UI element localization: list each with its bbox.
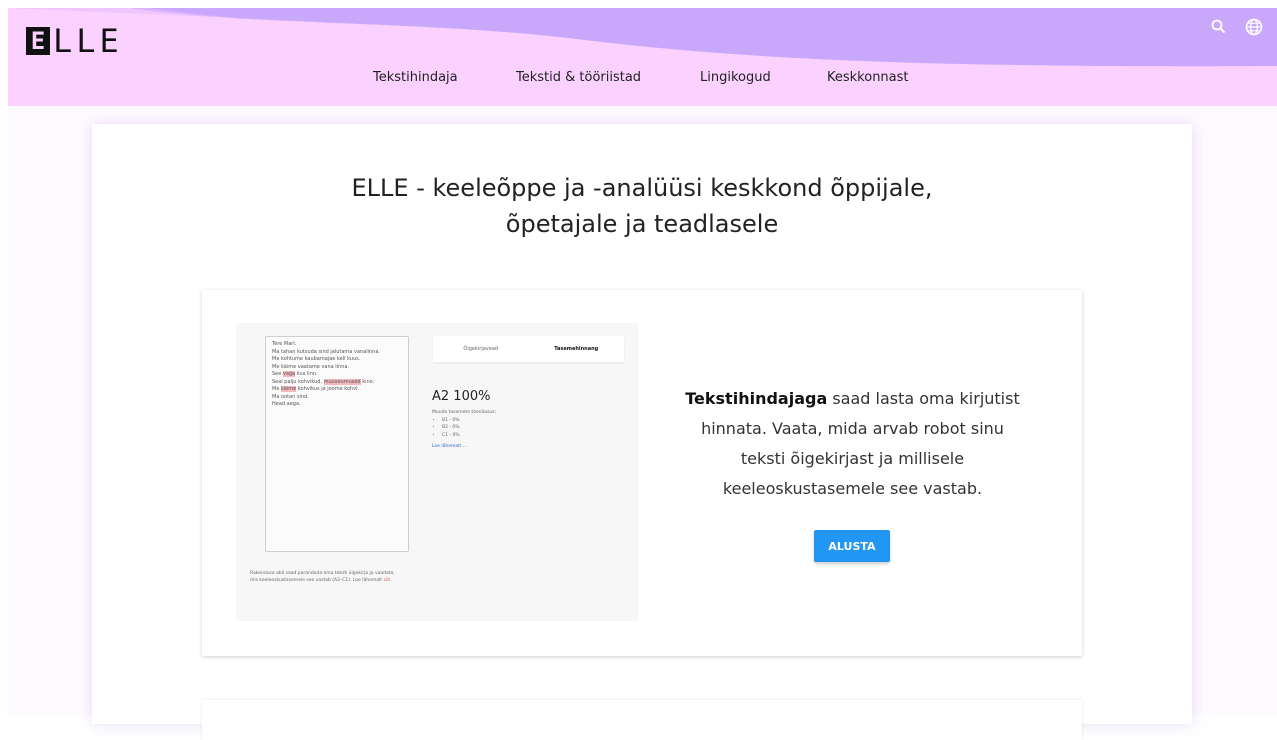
preview-text: See [272, 371, 282, 377]
preview-level-more-link: Loe lähemalt ... [432, 444, 467, 449]
page-title: ELLE - keeleõppe ja -analüüsi keskkond õ… [0, 170, 1277, 242]
preview-text: ilus linn. [296, 371, 318, 377]
search-icon[interactable] [1210, 18, 1228, 36]
preview-error-highlight: muuseumused [323, 378, 361, 385]
preview-line: Ma ootan sind. [272, 393, 309, 400]
site-header: E LLE Tekstihindaja Tekstid & tööriistad… [8, 8, 1277, 106]
preview-error-highlight: käime [280, 386, 297, 392]
preview-text: Me [272, 386, 280, 392]
preview-line: Head aega. [272, 401, 301, 407]
nav-item-keskkonnast[interactable]: Keskkonnast [827, 70, 909, 85]
preview-level-item: C1 - 0% [442, 432, 496, 440]
preview-text: Seal palju kohvikud, [272, 378, 323, 385]
preview-line: Me käime vaatame vana linna. [272, 363, 350, 370]
preview-text: kino. [362, 378, 375, 385]
preview-level-result: A2 100% [432, 389, 491, 404]
alusta-button[interactable]: ALUSTA [814, 530, 890, 562]
preview-tab-oigekirjavead: Õigekirjavead [463, 346, 499, 352]
preview-level-intro: Muude tasemete tõenäosus: [432, 410, 497, 415]
feature-description: Tekstihindajaga saad lasta oma kirjutist… [680, 384, 1025, 504]
header-wave-decoration [8, 8, 1277, 67]
preview-textarea: Tere Mari. Ma tahan kutsuda sind jalutam… [265, 336, 409, 552]
preview-line: Ma tahan kutsuda sind jalutama vanalinna… [272, 348, 380, 355]
page-title-line-1: ELLE - keeleõppe ja -analüüsi keskkond õ… [351, 174, 933, 202]
logo-text: LLE [53, 22, 123, 60]
globe-icon[interactable] [1245, 18, 1263, 36]
nav-item-lingikogud[interactable]: Lingikogud [700, 70, 771, 85]
preview-tab-tasemehinnang: Tasemehinnang [554, 346, 599, 352]
preview-text: kohvikus ja joome kohvi. [297, 386, 360, 392]
preview-caption-link: siit [383, 578, 391, 583]
preview-level-item: B1 - 0% [442, 417, 496, 425]
feature-name: Tekstihindajaga [685, 389, 828, 408]
preview-line: Me käime kohvikus ja joome kohvi. [272, 386, 402, 394]
preview-line: See vaga ilus linn. [272, 371, 402, 379]
preview-line: Seal palju kohvikud, muuseumused kino. [272, 378, 402, 387]
preview-line: Tere Mari. [272, 341, 297, 347]
preview-level-info: Muude tasemete tõenäosus: B1 - 0% B2 - 0… [432, 409, 496, 451]
preview-tabs: Õigekirjavead Tasemehinnang [433, 336, 624, 362]
feature-card-next [202, 700, 1082, 740]
preview-caption-text: Rakenduse abil saad parandada oma teksti… [250, 571, 395, 583]
preview-caption: Rakenduse abil saad parandada oma teksti… [250, 571, 395, 583]
preview-error-highlight: vaga [282, 371, 296, 377]
logo-letter-box: E [26, 27, 50, 55]
nav-item-tekstid-tooriistad[interactable]: Tekstid & tööriistad [516, 70, 641, 85]
elle-logo[interactable]: E LLE [26, 22, 123, 60]
tekstihindaja-preview-image: Tere Mari. Ma tahan kutsuda sind jalutam… [236, 323, 638, 621]
page-title-line-2: õpetajale ja teadlasele [505, 210, 779, 238]
nav-item-tekstihindaja[interactable]: Tekstihindaja [373, 70, 458, 85]
preview-level-item: B2 - 0% [442, 424, 496, 432]
preview-line: Me kohtume kaubamajae kell kuus. [272, 356, 361, 362]
